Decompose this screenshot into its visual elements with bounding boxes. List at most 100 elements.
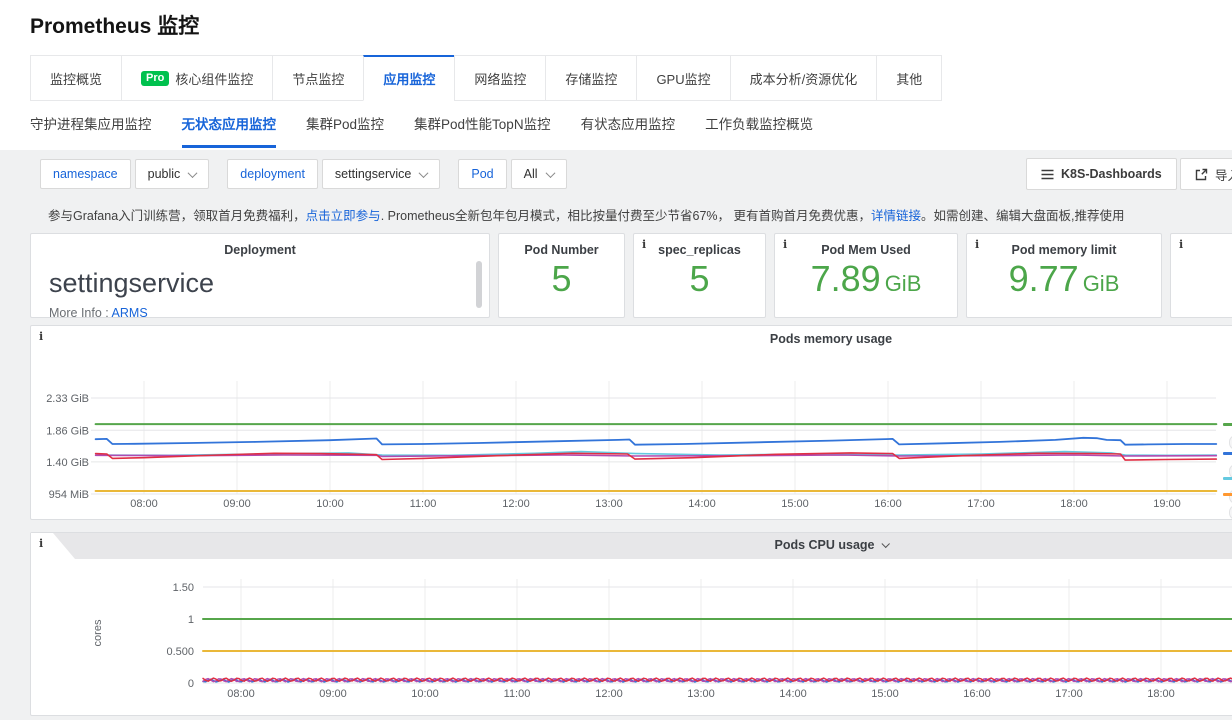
deployment-select[interactable]: settingservice: [322, 159, 440, 189]
stat-value: 7.89GiB: [775, 261, 957, 297]
info-icon[interactable]: i: [39, 330, 43, 343]
namespace-label: namespace: [40, 159, 131, 189]
secondary-tabs: 守护进程集应用监控 无状态应用监控 集群Pod监控 集群Pod性能TopN监控 …: [30, 113, 813, 148]
subtab-workload-overview[interactable]: 工作负载监控概览: [705, 113, 813, 148]
chevron-down-icon: [545, 168, 555, 178]
stat-value: 5: [634, 261, 765, 297]
panel-title: Pod Mem Used: [775, 243, 957, 257]
svg-text:12:00: 12:00: [502, 498, 530, 510]
svg-text:16:00: 16:00: [963, 688, 991, 700]
clipped-stat-panel: i: [1170, 233, 1232, 318]
menu-icon: [1041, 169, 1054, 180]
svg-text:17:00: 17:00: [1055, 688, 1083, 700]
k8s-dashboards-button[interactable]: K8S-Dashboards: [1026, 158, 1177, 190]
svg-text:1.86 GiB: 1.86 GiB: [46, 425, 89, 437]
pod-number-stat-panel: Pod Number 5: [498, 233, 625, 318]
tab-node-monitor[interactable]: 节点监控: [272, 55, 364, 101]
banner-text: 。如需创建、编辑大盘面板,推荐使用: [921, 209, 1124, 223]
legend-series-marker[interactable]: [1223, 452, 1232, 455]
import-button[interactable]: 导入(: [1180, 158, 1232, 190]
subtab-stateful-app[interactable]: 有状态应用监控: [581, 113, 676, 148]
svg-text:08:00: 08:00: [130, 498, 158, 510]
external-link-icon: [1195, 168, 1208, 181]
svg-text:11:00: 11:00: [504, 688, 531, 700]
pod-label: Pod: [458, 159, 506, 189]
banner-text: . Prometheus全新包年包月模式，相比按量付费至少节省67%， 更有首购…: [381, 209, 871, 223]
svg-text:2.33 GiB: 2.33 GiB: [46, 393, 89, 405]
deployment-label: deployment: [227, 159, 318, 189]
chevron-down-icon: [881, 540, 889, 548]
arms-link[interactable]: ARMS: [112, 306, 148, 318]
svg-text:12:00: 12:00: [595, 688, 623, 700]
svg-text:1.50: 1.50: [173, 582, 194, 594]
svg-text:18:00: 18:00: [1147, 688, 1175, 700]
tab-application-monitor[interactable]: 应用监控: [363, 55, 455, 101]
banner-join-link[interactable]: 点击立即参与: [306, 209, 381, 223]
svg-text:09:00: 09:00: [319, 688, 347, 700]
chevron-down-icon: [188, 168, 198, 178]
chevron-down-icon: [419, 168, 429, 178]
info-icon[interactable]: i: [642, 238, 646, 251]
page-title: Prometheus 监控: [30, 10, 199, 40]
chart-title[interactable]: Pods memory usage: [31, 332, 1232, 346]
prometheus-monitoring-page: Prometheus 监控 监控概览 Pro 核心组件监控 节点监控 应用监控 …: [0, 0, 1232, 720]
panel-title: Deployment: [31, 243, 489, 257]
subtab-daemonset-app[interactable]: 守护进程集应用监控: [30, 113, 152, 148]
memory-usage-chart: 08:0009:0010:0011:0012:0013:0014:0015:00…: [31, 326, 1232, 526]
svg-text:08:00: 08:00: [227, 688, 255, 700]
panel-title: spec_replicas: [634, 243, 765, 257]
banner-text: 参与Grafana入门训练营，领取首月免费福利，: [48, 209, 306, 223]
legend-series-marker[interactable]: [1223, 493, 1232, 496]
svg-text:15:00: 15:00: [871, 688, 899, 700]
stat-value: 9.77GiB: [967, 261, 1161, 297]
svg-text:18:00: 18:00: [1060, 498, 1088, 510]
svg-text:13:00: 13:00: [687, 688, 715, 700]
svg-text:954 MiB: 954 MiB: [49, 489, 89, 501]
pod-mem-used-stat-panel: i Pod Mem Used 7.89GiB: [774, 233, 958, 318]
pro-badge: Pro: [141, 71, 169, 86]
chart-title[interactable]: Pods CPU usage: [31, 538, 1232, 552]
svg-text:17:00: 17:00: [967, 498, 995, 510]
svg-text:19:00: 19:00: [1153, 498, 1181, 510]
tab-overview[interactable]: 监控概览: [30, 55, 122, 101]
promo-banner: 参与Grafana入门训练营，领取首月免费福利，点击立即参与. Promethe…: [48, 205, 1232, 224]
namespace-select[interactable]: public: [135, 159, 210, 189]
banner-detail-link[interactable]: 详情链接: [871, 209, 921, 223]
svg-text:15:00: 15:00: [781, 498, 809, 510]
pods-cpu-usage-panel: Pods CPU usage i 08:00 09:00 10:00 11:00 12:…: [30, 532, 1232, 716]
svg-text:1: 1: [188, 614, 194, 626]
tab-network-monitor[interactable]: 网络监控: [454, 55, 546, 101]
tab-gpu-monitor[interactable]: GPU监控: [636, 55, 730, 101]
svg-text:0.500: 0.500: [166, 646, 194, 658]
pods-memory-usage-panel: i Pods memory usage 08:0009:0010:0011:00…: [30, 325, 1232, 520]
pod-memory-limit-stat-panel: i Pod memory limit 9.77GiB: [966, 233, 1162, 318]
subtab-cluster-pod[interactable]: 集群Pod监控: [306, 113, 384, 148]
tab-core-components[interactable]: Pro 核心组件监控: [121, 55, 273, 101]
svg-text:14:00: 14:00: [688, 498, 716, 510]
primary-tabs: 监控概览 Pro 核心组件监控 节点监控 应用监控 网络监控 存储监控 GPU监…: [30, 55, 942, 101]
panel-scrollbar[interactable]: [476, 261, 482, 308]
deployment-stat-panel: Deployment settingservice More Info : AR…: [30, 233, 490, 318]
pod-select[interactable]: All: [511, 159, 567, 189]
svg-text:11:00: 11:00: [410, 498, 437, 510]
tab-other[interactable]: 其他: [876, 55, 942, 101]
variable-filters: namespace public deployment settingservi…: [40, 159, 567, 189]
info-icon[interactable]: i: [975, 238, 979, 251]
tab-cost-analysis[interactable]: 成本分析/资源优化: [730, 55, 878, 101]
info-icon[interactable]: i: [783, 238, 787, 251]
info-icon[interactable]: i: [39, 537, 43, 550]
svg-text:14:00: 14:00: [779, 688, 807, 700]
cpu-usage-chart: 08:00 09:00 10:00 11:00 12:00 13:00 14:00 15:00…: [31, 533, 1232, 720]
subtab-pod-topn[interactable]: 集群Pod性能TopN监控: [414, 113, 551, 148]
svg-text:0: 0: [188, 678, 194, 690]
spec-replicas-stat-panel: i spec_replicas 5: [633, 233, 766, 318]
subtab-stateless-app[interactable]: 无状态应用监控: [182, 113, 277, 148]
legend-series-marker[interactable]: [1223, 423, 1232, 426]
tab-storage-monitor[interactable]: 存储监控: [545, 55, 637, 101]
legend-series-marker[interactable]: [1223, 477, 1232, 480]
more-info: More Info : ARMS: [49, 306, 148, 318]
svg-text:1.40 GiB: 1.40 GiB: [46, 457, 89, 469]
panel-title: Pod memory limit: [967, 243, 1161, 257]
svg-text:10:00: 10:00: [411, 688, 439, 700]
info-icon[interactable]: i: [1179, 238, 1183, 251]
